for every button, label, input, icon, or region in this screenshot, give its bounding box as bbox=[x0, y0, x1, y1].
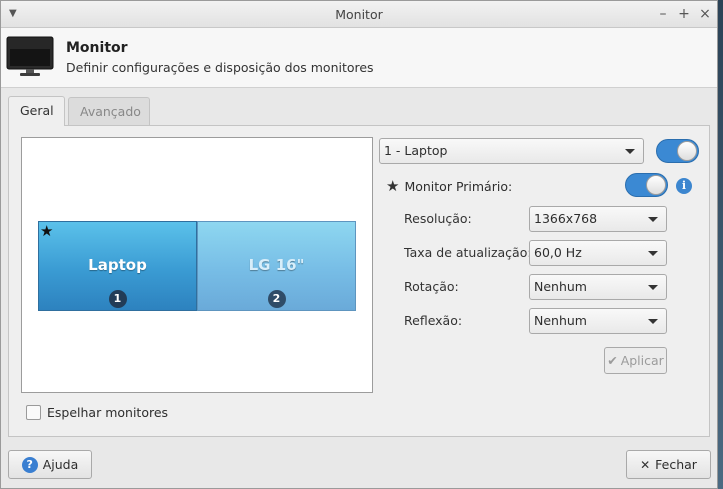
close-window-icon[interactable]: × bbox=[699, 5, 711, 23]
monitor-tile-laptop[interactable]: ★ Laptop 1 bbox=[38, 221, 197, 311]
mirror-label: Espelhar monitores bbox=[47, 405, 169, 420]
chevron-down-icon bbox=[648, 217, 658, 222]
chevron-down-icon bbox=[625, 149, 635, 154]
monitor-settings-window: ▼ Monitor – + × Monitor Definir configur… bbox=[0, 0, 718, 489]
close-icon: ✕ bbox=[640, 457, 651, 472]
monitor-number-badge: 1 bbox=[108, 290, 127, 308]
desktop-background bbox=[718, 0, 723, 489]
monitor-tile-lg[interactable]: LG 16" 2 bbox=[197, 221, 356, 311]
help-button[interactable]: ? Ajuda bbox=[8, 450, 92, 479]
primary-monitor-row: ★ Monitor Primário: bbox=[386, 177, 512, 195]
reflection-select[interactable]: Nenhum bbox=[529, 308, 667, 334]
help-icon: ? bbox=[21, 456, 38, 473]
rotation-value: Nenhum bbox=[534, 279, 587, 294]
rotation-label: Rotação: bbox=[404, 279, 459, 294]
info-icon[interactable]: i bbox=[676, 178, 692, 194]
monitor-layout-preview: ★ Laptop 1 LG 16" 2 bbox=[21, 137, 373, 393]
reflection-value: Nenhum bbox=[534, 313, 587, 328]
chevron-down-icon bbox=[648, 251, 658, 256]
close-button[interactable]: ✕ Fechar bbox=[626, 450, 711, 479]
chevron-down-icon bbox=[648, 285, 658, 290]
toggle-knob bbox=[677, 141, 697, 161]
display-enabled-toggle[interactable] bbox=[656, 139, 699, 163]
display-icon bbox=[6, 36, 54, 76]
chevron-down-icon bbox=[648, 319, 658, 324]
help-label: Ajuda bbox=[42, 457, 79, 472]
primary-star-icon: ★ bbox=[40, 222, 54, 240]
mirror-displays-option[interactable]: Espelhar monitores bbox=[26, 405, 168, 420]
primary-monitor-toggle[interactable] bbox=[625, 173, 668, 197]
dialog-header: Monitor Definir configurações e disposiç… bbox=[1, 28, 717, 88]
star-icon: ★ bbox=[386, 177, 400, 195]
refresh-rate-label: Taxa de atualização: bbox=[404, 245, 532, 260]
apply-label: Aplicar bbox=[620, 353, 664, 368]
display-select-value: 1 - Laptop bbox=[384, 143, 448, 158]
rotation-select[interactable]: Nenhum bbox=[529, 274, 667, 300]
monitor-name: Laptop bbox=[88, 256, 147, 274]
close-label: Fechar bbox=[655, 457, 697, 472]
window-title: Monitor bbox=[335, 7, 383, 22]
toggle-knob bbox=[646, 175, 666, 195]
reflection-label: Reflexão: bbox=[404, 313, 463, 328]
titlebar: ▼ Monitor – + × bbox=[1, 1, 717, 28]
apply-button[interactable]: ✔ Aplicar bbox=[604, 347, 667, 374]
maximize-icon[interactable]: + bbox=[678, 5, 690, 23]
refresh-rate-value: 60,0 Hz bbox=[534, 245, 582, 260]
resolution-select[interactable]: 1366x768 bbox=[529, 206, 667, 232]
checkmark-icon: ✔ bbox=[607, 353, 618, 368]
minimize-icon[interactable]: – bbox=[657, 5, 669, 23]
refresh-rate-select[interactable]: 60,0 Hz bbox=[529, 240, 667, 266]
primary-monitor-label: Monitor Primário: bbox=[404, 178, 513, 194]
tab-avancado[interactable]: Avançado bbox=[68, 97, 150, 125]
header-title: Monitor bbox=[66, 40, 128, 56]
resolution-value: 1366x768 bbox=[534, 211, 598, 226]
mirror-checkbox[interactable] bbox=[26, 405, 41, 420]
monitor-number-badge: 2 bbox=[267, 290, 286, 308]
tab-geral[interactable]: Geral bbox=[8, 96, 65, 126]
resolution-label: Resolução: bbox=[404, 211, 472, 226]
display-select[interactable]: 1 - Laptop bbox=[379, 138, 644, 164]
monitor-name: LG 16" bbox=[248, 256, 305, 274]
header-subtitle: Definir configurações e disposição dos m… bbox=[66, 60, 374, 75]
